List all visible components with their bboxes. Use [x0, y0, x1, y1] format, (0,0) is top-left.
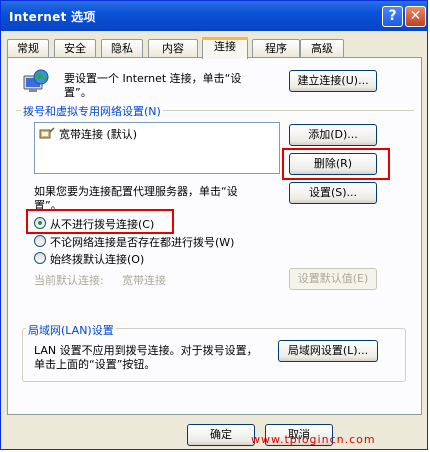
radio-dial-whenever-label: 不论网络连接是否存在都进行拨号(W): [50, 236, 235, 249]
radio-always-dial-default-label: 始终拨默认连接(O): [50, 253, 145, 266]
help-button[interactable]: ?: [382, 6, 403, 27]
internet-options-window: Internet 选项 ? ✕ 常规 安全 隐私 内容 连接 程序 高级 要设置…: [0, 0, 428, 450]
connection-entry-label: 宽带连接 (默认): [59, 128, 138, 141]
setup-connection-button[interactable]: 建立连接(U)...: [289, 70, 377, 92]
tab-advanced[interactable]: 高级: [300, 39, 344, 57]
proxy-settings-button[interactable]: 设置(S)...: [289, 182, 377, 204]
delete-highlight-box: [282, 148, 390, 180]
connections-panel: 要设置一个 Internet 连接，单击“设 置”。 建立连接(U)... 拨号…: [7, 57, 422, 415]
globe-computer-icon: [22, 68, 50, 94]
radio-button[interactable]: [34, 235, 46, 247]
tab-privacy[interactable]: 隐私: [101, 39, 143, 57]
title-bar[interactable]: Internet 选项 ? ✕: [1, 1, 427, 31]
dialup-group-title: 拨号和虚拟专用网络设置(N): [21, 103, 163, 119]
connection-list[interactable]: 宽带连接 (默认): [34, 122, 280, 174]
set-default-button[interactable]: 设置默认值(E): [289, 268, 377, 290]
current-default-label: 当前默认连接:: [34, 274, 104, 287]
tab-content[interactable]: 内容: [148, 39, 198, 57]
setup-text-line2: 置”。: [64, 86, 92, 99]
watermark-text: www.tplogincn.com: [251, 433, 376, 446]
ok-button[interactable]: 确定: [187, 424, 255, 446]
never-dial-highlight-box: [26, 209, 174, 234]
current-default-value: 宽带连接: [122, 274, 166, 287]
lan-text-line2: 单击上面的“设置”按钮。: [34, 358, 156, 371]
radio-dial-whenever[interactable]: 不论网络连接是否存在都进行拨号(W): [34, 233, 264, 249]
tab-security[interactable]: 安全: [54, 39, 96, 57]
tab-programs[interactable]: 程序: [252, 39, 300, 57]
radio-always-dial-default[interactable]: 始终拨默认连接(O): [34, 250, 174, 266]
lan-group-title: 局域网(LAN)设置: [26, 322, 116, 338]
broadband-connection-icon: [39, 126, 55, 140]
tab-general[interactable]: 常规: [7, 39, 49, 57]
tab-connections[interactable]: 连接: [202, 37, 248, 59]
radio-button[interactable]: [34, 252, 46, 264]
proxy-text-line1: 如果您要为连接配置代理服务器，单击“设: [34, 185, 238, 198]
lan-settings-button[interactable]: 局域网设置(L)...: [278, 340, 378, 362]
close-button[interactable]: ✕: [405, 6, 426, 27]
add-button[interactable]: 添加(D)...: [289, 124, 377, 146]
window-title: Internet 选项: [9, 10, 96, 24]
